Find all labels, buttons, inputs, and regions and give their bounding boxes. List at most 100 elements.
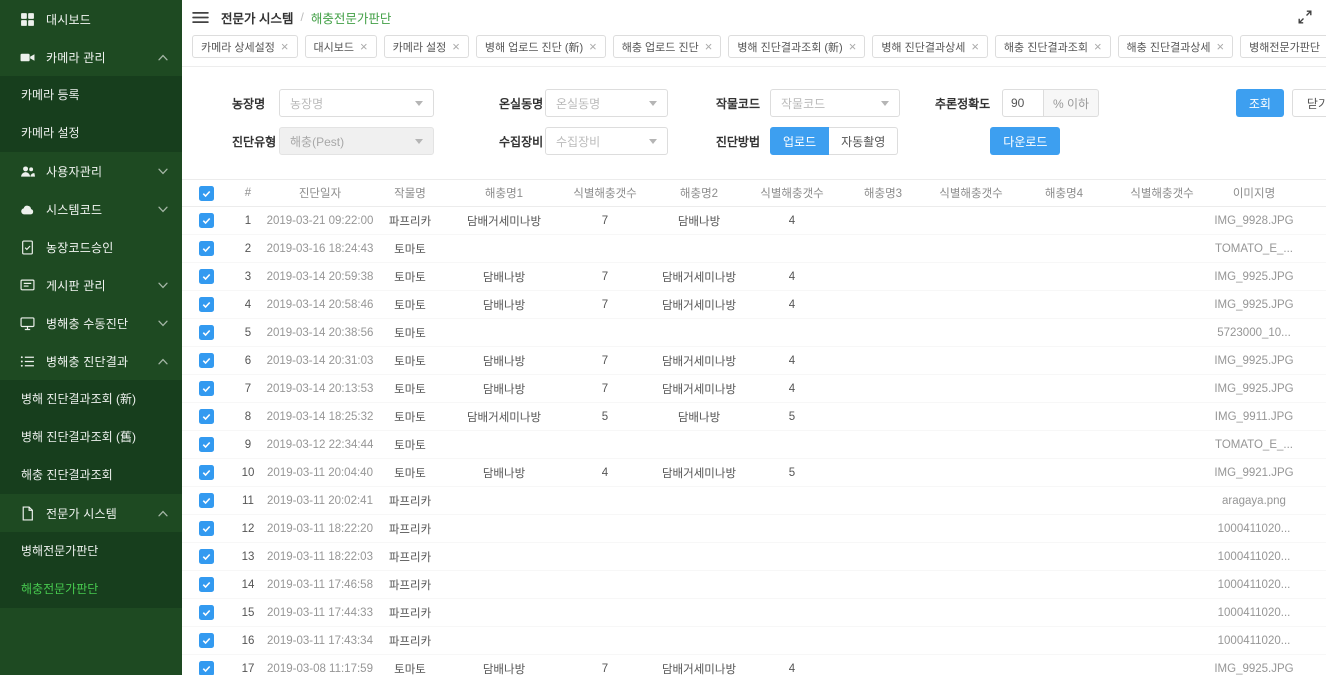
- column-header: 해충명1: [446, 185, 562, 201]
- tab[interactable]: 병해 업로드 진단 (新)×: [476, 35, 606, 58]
- method-upload-button[interactable]: 업로드: [770, 127, 829, 155]
- table-row[interactable]: 122019-03-11 18:22:20파프리카1000411020...20…: [182, 515, 1326, 543]
- table-row[interactable]: 22019-03-16 18:24:43토마토TOMATO_E_...2019: [182, 235, 1326, 263]
- row-checkbox[interactable]: [199, 661, 214, 675]
- sidebar-subitem[interactable]: 카메라 등록: [0, 76, 182, 114]
- tab[interactable]: 해충 업로드 진단×: [613, 35, 722, 58]
- tab-close-icon[interactable]: ×: [281, 40, 289, 53]
- crop-code-select[interactable]: 작물코드: [770, 89, 900, 117]
- camera-icon: [20, 50, 35, 65]
- sidebar-item[interactable]: 시스템코드: [0, 190, 182, 228]
- diagnosis-type-select[interactable]: 해충(Pest): [279, 127, 434, 155]
- tab-close-icon[interactable]: ×: [452, 40, 460, 53]
- accuracy-input[interactable]: [1002, 89, 1044, 117]
- chevron-up-icon: [158, 358, 168, 365]
- tab-close-icon[interactable]: ×: [705, 40, 713, 53]
- select-all-checkbox[interactable]: [199, 186, 214, 201]
- close-button[interactable]: 닫기: [1292, 89, 1326, 117]
- row-checkbox[interactable]: [199, 633, 214, 648]
- sidebar-subitem[interactable]: 카메라 설정: [0, 114, 182, 152]
- row-checkbox[interactable]: [199, 297, 214, 312]
- table-cell: 2019: [1302, 663, 1326, 675]
- sidebar-item[interactable]: 사용자관리: [0, 152, 182, 190]
- table-row[interactable]: 72019-03-14 20:13:53토마토담배나방7담배거세미나방4IMG_…: [182, 375, 1326, 403]
- row-checkbox[interactable]: [199, 241, 214, 256]
- sidebar-item[interactable]: 병해충 수동진단: [0, 304, 182, 342]
- download-button[interactable]: 다운로드: [990, 127, 1060, 155]
- table-row[interactable]: 92019-03-12 22:34:44토마토TOMATO_E_...2019: [182, 431, 1326, 459]
- tab-close-icon[interactable]: ×: [589, 40, 597, 53]
- row-select-cell: [182, 605, 230, 620]
- table-row[interactable]: 52019-03-14 20:38:56토마토5723000_10...2019: [182, 319, 1326, 347]
- table-row[interactable]: 112019-03-11 20:02:41파프리카aragaya.png2019: [182, 487, 1326, 515]
- tab[interactable]: 카메라 설정×: [384, 35, 469, 58]
- row-checkbox[interactable]: [199, 577, 214, 592]
- sidebar-item-label: 전문가 시스템: [46, 505, 158, 522]
- tab-close-icon[interactable]: ×: [849, 40, 857, 53]
- sidebar-subitem[interactable]: 병해전문가판단: [0, 532, 182, 570]
- table-row[interactable]: 42019-03-14 20:58:46토마토담배나방7담배거세미나방4IMG_…: [182, 291, 1326, 319]
- row-checkbox[interactable]: [199, 409, 214, 424]
- row-checkbox[interactable]: [199, 213, 214, 228]
- table-row[interactable]: 62019-03-14 20:31:03토마토담배나방7담배거세미나방4IMG_…: [182, 347, 1326, 375]
- tab[interactable]: 병해 진단결과상세×: [872, 35, 988, 58]
- table-cell: 5: [562, 411, 648, 423]
- farm-name-select[interactable]: 농장명: [279, 89, 434, 117]
- greenhouse-label: 온실동명: [499, 95, 545, 112]
- tab-close-icon[interactable]: ×: [1094, 40, 1102, 53]
- sidebar-item[interactable]: 전문가 시스템: [0, 494, 182, 532]
- tab-close-icon[interactable]: ×: [1217, 40, 1225, 53]
- menu-toggle-icon[interactable]: [192, 11, 209, 24]
- row-checkbox[interactable]: [199, 493, 214, 508]
- sidebar-subitem[interactable]: 병해 진단결과조회 (舊): [0, 418, 182, 456]
- tab-close-icon[interactable]: ×: [971, 40, 979, 53]
- row-checkbox[interactable]: [199, 605, 214, 620]
- table-cell: 2019-03-14 18:25:32: [266, 411, 374, 423]
- table-row[interactable]: 152019-03-11 17:44:33파프리카1000411020...20…: [182, 599, 1326, 627]
- fullscreen-icon[interactable]: [1298, 10, 1312, 24]
- search-button[interactable]: 조회: [1236, 89, 1284, 117]
- tab[interactable]: 병해 진단결과조회 (新)×: [728, 35, 865, 58]
- tab[interactable]: 병해전문가판단×: [1240, 35, 1326, 58]
- tab[interactable]: 해충 진단결과상세×: [1118, 35, 1234, 58]
- table-cell: 6: [230, 355, 266, 367]
- sidebar-item[interactable]: 병해충 진단결과: [0, 342, 182, 380]
- row-checkbox[interactable]: [199, 381, 214, 396]
- sidebar-item-label: 시스템코드: [46, 201, 158, 218]
- table-row[interactable]: 12019-03-21 09:22:00파프리카담배거세미나방7담배나방4IMG…: [182, 207, 1326, 235]
- row-checkbox[interactable]: [199, 549, 214, 564]
- table-row[interactable]: 102019-03-11 20:04:40토마토담배나방4담배거세미나방5IMG…: [182, 459, 1326, 487]
- row-checkbox[interactable]: [199, 269, 214, 284]
- row-checkbox[interactable]: [199, 325, 214, 340]
- tab[interactable]: 해충 진단결과조회×: [995, 35, 1111, 58]
- tab[interactable]: 대시보드×: [305, 35, 377, 58]
- table-cell: 7: [562, 271, 648, 283]
- row-select-cell: [182, 661, 230, 675]
- greenhouse-select[interactable]: 온실동명: [545, 89, 668, 117]
- row-checkbox[interactable]: [199, 437, 214, 452]
- row-select-cell: [182, 633, 230, 648]
- row-checkbox[interactable]: [199, 521, 214, 536]
- table-cell: 2019: [1302, 635, 1326, 647]
- table-row[interactable]: 162019-03-11 17:43:34파프리카1000411020...20…: [182, 627, 1326, 655]
- sidebar-item[interactable]: 카메라 관리: [0, 38, 182, 76]
- device-select[interactable]: 수집장비: [545, 127, 668, 155]
- table-row[interactable]: 82019-03-14 18:25:32토마토담배거세미나방5담배나방5IMG_…: [182, 403, 1326, 431]
- sidebar-item[interactable]: 대시보드: [0, 0, 182, 38]
- method-auto-button[interactable]: 자동촬영: [829, 127, 898, 155]
- table-row[interactable]: 172019-03-08 11:17:59토마토담배나방7담배거세미나방4IMG…: [182, 655, 1326, 675]
- sidebar-item[interactable]: 농장코드승인: [0, 228, 182, 266]
- table-row[interactable]: 32019-03-14 20:59:38토마토담배나방7담배거세미나방4IMG_…: [182, 263, 1326, 291]
- row-checkbox[interactable]: [199, 353, 214, 368]
- sidebar-item-label: 농장코드승인: [46, 239, 168, 256]
- tab-close-icon[interactable]: ×: [360, 40, 368, 53]
- tab[interactable]: 카메라 상세설정×: [192, 35, 298, 58]
- table-row[interactable]: 132019-03-11 18:22:03파프리카1000411020...20…: [182, 543, 1326, 571]
- table-row[interactable]: 142019-03-11 17:46:58파프리카1000411020...20…: [182, 571, 1326, 599]
- sidebar-subitem[interactable]: 해충 진단결과조회: [0, 456, 182, 494]
- sidebar-subitem[interactable]: 해충전문가판단: [0, 570, 182, 608]
- row-checkbox[interactable]: [199, 465, 214, 480]
- sidebar-subitem[interactable]: 병해 진단결과조회 (新): [0, 380, 182, 418]
- sidebar-item-label: 병해충 진단결과: [46, 353, 158, 370]
- sidebar-item[interactable]: 게시판 관리: [0, 266, 182, 304]
